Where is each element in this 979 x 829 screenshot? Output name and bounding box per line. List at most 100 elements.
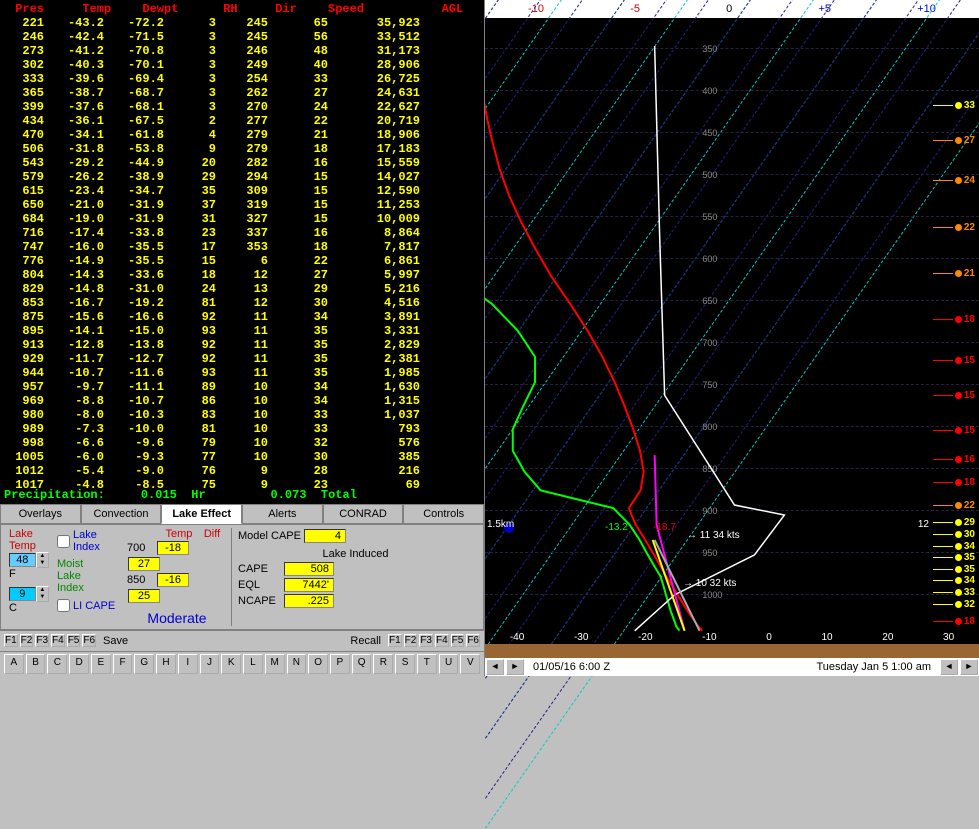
diff-850: 25 xyxy=(128,589,160,603)
eql-value: 7442' xyxy=(284,578,334,592)
sounding-row: 302-40.3-70.132494028,906 xyxy=(4,58,480,72)
fn-key-row: F1F2F3F4F5F6 Save Recall F1F2F3F4F5F6 xyxy=(0,630,484,651)
letter-D[interactable]: D xyxy=(69,654,89,674)
sounding-row: 273-41.2-70.832464831,173 xyxy=(4,44,480,58)
fn-f3[interactable]: F3 xyxy=(35,634,49,647)
letter-N[interactable]: N xyxy=(287,654,307,674)
ground-bar xyxy=(485,644,979,658)
wind-barb: 35 xyxy=(931,552,975,563)
next-time-button-2[interactable]: ► xyxy=(960,659,978,675)
letter-R[interactable]: R xyxy=(373,654,393,674)
sounding-row: 980-8.0-10.38310331,037 xyxy=(4,408,480,422)
letter-O[interactable]: O xyxy=(308,654,328,674)
tab-lake-effect[interactable]: Lake Effect xyxy=(161,504,242,524)
ncape-label: NCAPE xyxy=(238,595,284,607)
sounding-row: 989-7.3-10.0811033793 xyxy=(4,422,480,436)
temp-700: -18 xyxy=(157,541,189,555)
sounding-table: Pres Temp Dewpt RH Dir Speed AGL 221-43.… xyxy=(0,0,484,488)
wind-barb: 22 xyxy=(931,222,975,233)
tab-alerts[interactable]: Alerts xyxy=(242,504,323,524)
sounding-row: 333-39.6-69.432543326,725 xyxy=(4,72,480,86)
sounding-row: 929-11.7-12.79211352,381 xyxy=(4,352,480,366)
temp-850: -16 xyxy=(157,573,189,587)
letter-C[interactable]: C xyxy=(47,654,67,674)
letter-E[interactable]: E xyxy=(91,654,111,674)
model-cape-value: 4 xyxy=(304,529,346,543)
fn-f1[interactable]: F1 xyxy=(388,634,402,647)
fn-f5[interactable]: F5 xyxy=(451,634,465,647)
letter-M[interactable]: M xyxy=(265,654,285,674)
sounding-row: 716-17.4-33.823337168,864 xyxy=(4,226,480,240)
letter-B[interactable]: B xyxy=(26,654,46,674)
tab-overlays[interactable]: Overlays xyxy=(0,504,81,524)
fn-f2[interactable]: F2 xyxy=(404,634,418,647)
height-annotation-2: 12 xyxy=(918,519,929,530)
fn-f6[interactable]: F6 xyxy=(82,634,96,647)
letter-H[interactable]: H xyxy=(156,654,176,674)
lake-temp-lo-spin[interactable]: ▲▼ xyxy=(36,586,49,602)
wind-barb: 21 xyxy=(931,268,975,279)
datetime-utc: 01/05/16 6:00 Z xyxy=(525,661,816,673)
sounding-row: 365-38.7-68.732622724,631 xyxy=(4,86,480,100)
fn-f4[interactable]: F4 xyxy=(51,634,65,647)
letter-J[interactable]: J xyxy=(200,654,220,674)
sounding-row: 998-6.6-9.6791032576 xyxy=(4,436,480,450)
tab-bar: OverlaysConvectionLake EffectAlertsCONRA… xyxy=(0,504,484,524)
wind-barb: 32 xyxy=(931,599,975,610)
letter-G[interactable]: G xyxy=(134,654,154,674)
letter-K[interactable]: K xyxy=(221,654,241,674)
lake-temp-lo-unit: C xyxy=(9,602,49,614)
fn-f1[interactable]: F1 xyxy=(4,634,18,647)
diff-700: 27 xyxy=(128,557,160,571)
fn-f6[interactable]: F6 xyxy=(466,634,480,647)
letter-T[interactable]: T xyxy=(417,654,437,674)
sounding-row: 434-36.1-67.522772220,719 xyxy=(4,114,480,128)
datetime-local: Tuesday Jan 5 1:00 am xyxy=(816,661,939,673)
lvl-850: 850 xyxy=(127,574,153,586)
skewt-chart[interactable]: -10 -5 0 +5 +10 350400450500550600650700… xyxy=(484,0,979,676)
letter-I[interactable]: I xyxy=(178,654,198,674)
tab-controls[interactable]: Controls xyxy=(403,504,484,524)
save-label[interactable]: Save xyxy=(103,635,128,647)
wind-barb: 15 xyxy=(931,425,975,436)
sounding-row: 829-14.8-31.02413295,216 xyxy=(4,282,480,296)
wind-barb: 34 xyxy=(931,541,975,552)
sounding-row: 895-14.1-15.09311353,331 xyxy=(4,324,480,338)
lvl-700: 700 xyxy=(127,542,153,554)
letter-F[interactable]: F xyxy=(113,654,133,674)
wind-barb: 27 xyxy=(931,135,975,146)
letter-A[interactable]: A xyxy=(4,654,24,674)
lake-temp-lo[interactable]: 9 xyxy=(9,587,36,601)
lake-temp-hi[interactable]: 48 xyxy=(9,553,36,567)
wind-barb: 22 xyxy=(931,500,975,511)
lake-index-checkbox[interactable] xyxy=(57,535,70,548)
precip-line: Precipitation: 0.015 Hr 0.073 Total xyxy=(0,488,484,504)
tab-conrad[interactable]: CONRAD xyxy=(323,504,404,524)
sounding-row: 776-14.9-35.5156226,861 xyxy=(4,254,480,268)
wind-barb: 15 xyxy=(931,355,975,366)
lake-temp-hi-spin[interactable]: ▲▼ xyxy=(36,552,49,568)
sounding-row: 1005-6.0-9.3771030385 xyxy=(4,450,480,464)
letter-Q[interactable]: Q xyxy=(352,654,372,674)
wind-barb: 30 xyxy=(931,529,975,540)
letter-L[interactable]: L xyxy=(243,654,263,674)
sounding-row: 853-16.7-19.28112304,516 xyxy=(4,296,480,310)
fn-f2[interactable]: F2 xyxy=(20,634,34,647)
letter-U[interactable]: U xyxy=(439,654,459,674)
letter-S[interactable]: S xyxy=(395,654,415,674)
x-tick: -40 xyxy=(510,632,524,643)
fn-f3[interactable]: F3 xyxy=(419,634,433,647)
tab-convection[interactable]: Convection xyxy=(81,504,162,524)
fn-f5[interactable]: F5 xyxy=(67,634,81,647)
prev-time-button[interactable]: ◄ xyxy=(486,659,504,675)
prev-time-button-2[interactable]: ◄ xyxy=(940,659,958,675)
next-time-button[interactable]: ► xyxy=(506,659,524,675)
letter-P[interactable]: P xyxy=(330,654,350,674)
wind-barb: 15 xyxy=(931,390,975,401)
letter-V[interactable]: V xyxy=(460,654,480,674)
fn-f4[interactable]: F4 xyxy=(435,634,449,647)
li-cape-checkbox[interactable] xyxy=(57,599,70,612)
sounding-row: 1012-5.4-9.076928216 xyxy=(4,464,480,478)
letter-row: ABCDEFGHIJKLMNOPQRSTUV xyxy=(0,651,484,676)
dew-label: -13.2 xyxy=(605,522,628,533)
